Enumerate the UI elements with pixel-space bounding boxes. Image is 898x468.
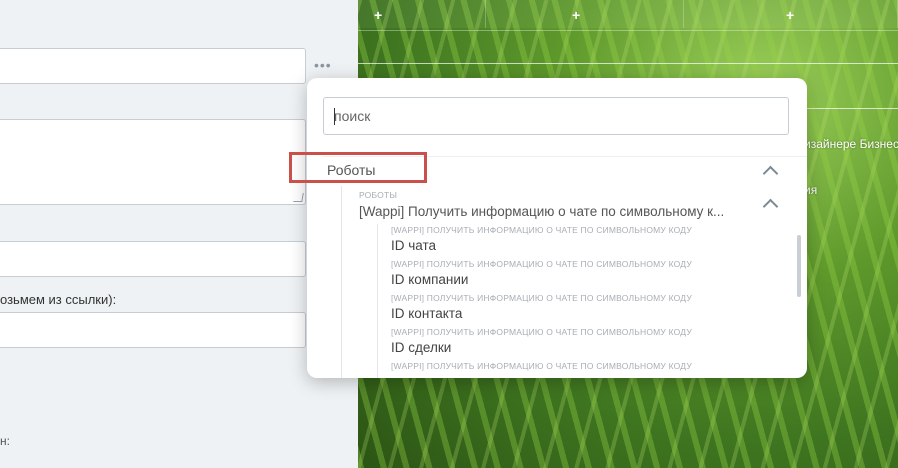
tree-line [341,186,342,378]
robot-item-title[interactable]: [Wappi] Получить информацию о чате по си… [359,204,724,219]
text-field-3[interactable] [0,312,306,348]
more-options-button[interactable]: ••• [314,58,332,72]
field-item-chat-id[interactable]: ID чата [391,238,436,253]
field-caption: [WAPPI] ПОЛУЧИТЬ ИНФОРМАЦИЮ О ЧАТЕ ПО СИ… [391,327,692,337]
text-field-1[interactable] [0,48,306,84]
chevron-up-icon[interactable] [762,165,779,182]
textarea-field[interactable] [0,119,306,205]
field-item-contact-id[interactable]: ID контакта [391,306,462,321]
chevron-up-icon[interactable] [762,198,779,215]
highlight-frame [289,152,427,183]
field-caption: [WAPPI] ПОЛУЧИТЬ ИНФОРМАЦИЮ О ЧАТЕ ПО СИ… [391,361,692,371]
field-caption: [WAPPI] ПОЛУЧИТЬ ИНФОРМАЦИЮ О ЧАТЕ ПО СИ… [391,259,692,269]
field-caption: [WAPPI] ПОЛУЧИТЬ ИНФОРМАЦИЮ О ЧАТЕ ПО СИ… [391,225,692,235]
text-field-2[interactable] [0,241,306,277]
scrollbar[interactable] [797,235,801,297]
add-column-button-1[interactable]: + [358,0,486,28]
field-caption: [WAPPI] ПОЛУЧИТЬ ИНФОРМАЦИЮ О ЧАТЕ ПО СИ… [391,293,692,303]
field-label-partial: н: [0,434,10,448]
add-column-button-2[interactable]: + [486,0,684,28]
robots-caption: РОБОТЫ [359,190,398,200]
search-input[interactable]: поиск [323,97,789,135]
field-hint-label: озьмем из ссылки): [0,292,117,307]
field-item-company-id[interactable]: ID компании [391,272,468,287]
form-panel: ••• озьмем из ссылки): н: [0,0,359,468]
add-column-strip: + + + [358,0,898,31]
variables-popup: поиск Роботы РОБОТЫ [Wappi] Получить инф… [307,78,807,378]
field-item-deal-id[interactable]: ID сделки [391,340,451,355]
background-text-1: изайнере Бизнес- [804,137,898,151]
add-column-button-3[interactable]: + [684,0,898,28]
divider [358,63,898,64]
resize-grip-icon[interactable] [293,193,304,202]
tree-line [377,224,378,378]
